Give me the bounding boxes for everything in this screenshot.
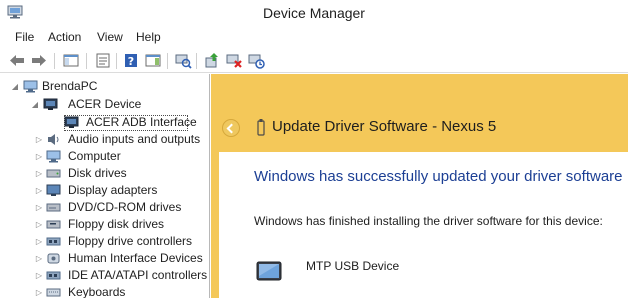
toolbar-separator bbox=[54, 53, 55, 69]
scan-hardware-changes-icon[interactable] bbox=[174, 52, 192, 69]
tree-node-label: DVD/CD-ROM drives bbox=[68, 200, 182, 214]
back-arrow-icon[interactable] bbox=[8, 52, 26, 69]
tree-node-ide-ata-atapi[interactable]: ▷ IDE ATA/ATAPI controllers bbox=[34, 267, 209, 284]
toolbar-separator bbox=[196, 53, 197, 69]
expand-arrow-icon[interactable]: ▷ bbox=[34, 284, 44, 298]
hid-icon bbox=[47, 253, 60, 264]
tree-root[interactable]: ◢ BrendaPC bbox=[10, 78, 200, 95]
expand-arrow-icon[interactable]: ▷ bbox=[34, 233, 44, 250]
wizard-body-text: Windows has finished installing the driv… bbox=[254, 214, 603, 228]
collapse-arrow-icon[interactable]: ◢ bbox=[10, 78, 20, 95]
expand-arrow-icon[interactable]: ▷ bbox=[34, 267, 44, 284]
uninstall-device-icon[interactable] bbox=[225, 52, 243, 69]
tree-node-floppy-drive-controllers[interactable]: ▷ Floppy drive controllers bbox=[34, 233, 209, 250]
collapse-arrow-icon[interactable]: ◢ bbox=[30, 96, 40, 113]
tree-node-audio[interactable]: ▷ Audio inputs and outputs bbox=[34, 131, 209, 148]
device-category-icon bbox=[43, 98, 58, 110]
computer-icon bbox=[23, 80, 38, 93]
wizard-title: Update Driver Software - Nexus 5 bbox=[272, 118, 497, 135]
tree-node-label: Computer bbox=[68, 149, 121, 163]
expand-arrow-icon[interactable]: ▷ bbox=[34, 250, 44, 267]
usb-driver-icon bbox=[257, 119, 265, 136]
tree-node-label: ACER Device bbox=[68, 97, 142, 111]
svg-text:?: ? bbox=[128, 55, 134, 68]
back-button[interactable] bbox=[222, 119, 240, 137]
forward-arrow-icon[interactable] bbox=[30, 52, 48, 69]
expand-arrow-icon[interactable]: ▷ bbox=[34, 182, 44, 199]
menu-action[interactable]: Action bbox=[48, 30, 81, 44]
toolbar: ? bbox=[0, 49, 628, 73]
device-tree[interactable]: ◢ BrendaPC ◢ ACER Device ACER ADB Interf… bbox=[0, 74, 210, 298]
tree-node-human-interface-devices[interactable]: ▷ Human Interface Devices bbox=[34, 250, 209, 267]
tree-node-label: Floppy drive controllers bbox=[68, 234, 193, 248]
floppy-drive-icon bbox=[46, 220, 61, 229]
tree-node-label: IDE ATA/ATAPI controllers bbox=[68, 268, 208, 282]
tree-node-label: Audio inputs and outputs bbox=[68, 132, 201, 146]
tree-node-label: Display adapters bbox=[68, 183, 158, 197]
device-name: MTP USB Device bbox=[306, 259, 400, 273]
tree-node-label: Disk drives bbox=[68, 166, 127, 180]
tree-node-acer-adb-interface[interactable]: ACER ADB Interface bbox=[50, 114, 209, 131]
mtp-device-icon bbox=[256, 261, 282, 281]
disk-drive-icon bbox=[46, 169, 61, 178]
keyboard-icon bbox=[46, 288, 61, 297]
controller-icon bbox=[46, 237, 61, 246]
tree-node-keyboards[interactable]: ▷ Keyboards bbox=[34, 284, 209, 298]
action-pane-icon[interactable] bbox=[144, 52, 162, 69]
optical-drive-icon bbox=[46, 203, 61, 212]
tree-node-label: Keyboards bbox=[68, 285, 126, 298]
toolbar-separator bbox=[167, 53, 168, 69]
show-hide-console-tree-icon[interactable] bbox=[62, 52, 80, 69]
display-adapter-icon bbox=[46, 184, 61, 196]
expand-arrow-icon[interactable]: ▷ bbox=[34, 199, 44, 216]
tree-node-floppy-disk-drives[interactable]: ▷ Floppy disk drives bbox=[34, 216, 209, 233]
toolbar-separator bbox=[86, 53, 87, 69]
tree-node-computer[interactable]: ▷ Computer bbox=[34, 148, 209, 165]
properties-icon[interactable] bbox=[94, 52, 112, 69]
computer-icon bbox=[46, 150, 61, 163]
wizard-heading: Windows has successfully updated your dr… bbox=[254, 168, 623, 185]
menu-view[interactable]: View bbox=[97, 30, 123, 44]
menu-bar: File Action View Help bbox=[0, 27, 628, 47]
tree-root-label: BrendaPC bbox=[42, 79, 98, 93]
menu-file[interactable]: File bbox=[15, 30, 34, 44]
speaker-icon bbox=[48, 134, 59, 145]
tree-node-label: Floppy disk drives bbox=[68, 217, 165, 231]
tree-node-label: Human Interface Devices bbox=[68, 251, 203, 265]
help-icon[interactable]: ? bbox=[122, 52, 140, 69]
enable-device-icon[interactable] bbox=[247, 52, 265, 69]
tree-node-disk-drives[interactable]: ▷ Disk drives bbox=[34, 165, 209, 182]
tree-node-display-adapters[interactable]: ▷ Display adapters bbox=[34, 182, 209, 199]
tree-node-label: ACER ADB Interface bbox=[86, 115, 197, 129]
tree-node-acer-device[interactable]: ◢ ACER Device bbox=[30, 96, 209, 113]
tree-node-dvd-cdrom[interactable]: ▷ DVD/CD-ROM drives bbox=[34, 199, 209, 216]
toolbar-separator bbox=[116, 53, 117, 69]
window-title: Device Manager bbox=[263, 5, 365, 21]
controller-icon bbox=[46, 271, 61, 280]
expand-arrow-icon[interactable]: ▷ bbox=[34, 216, 44, 233]
device-icon bbox=[64, 116, 79, 128]
update-driver-icon[interactable] bbox=[203, 52, 221, 69]
title-bar: Device Manager bbox=[0, 0, 628, 26]
expand-arrow-icon[interactable]: ▷ bbox=[34, 131, 44, 148]
expand-arrow-icon[interactable]: ▷ bbox=[34, 165, 44, 182]
expand-arrow-icon[interactable]: ▷ bbox=[34, 148, 44, 165]
menu-help[interactable]: Help bbox=[136, 30, 161, 44]
